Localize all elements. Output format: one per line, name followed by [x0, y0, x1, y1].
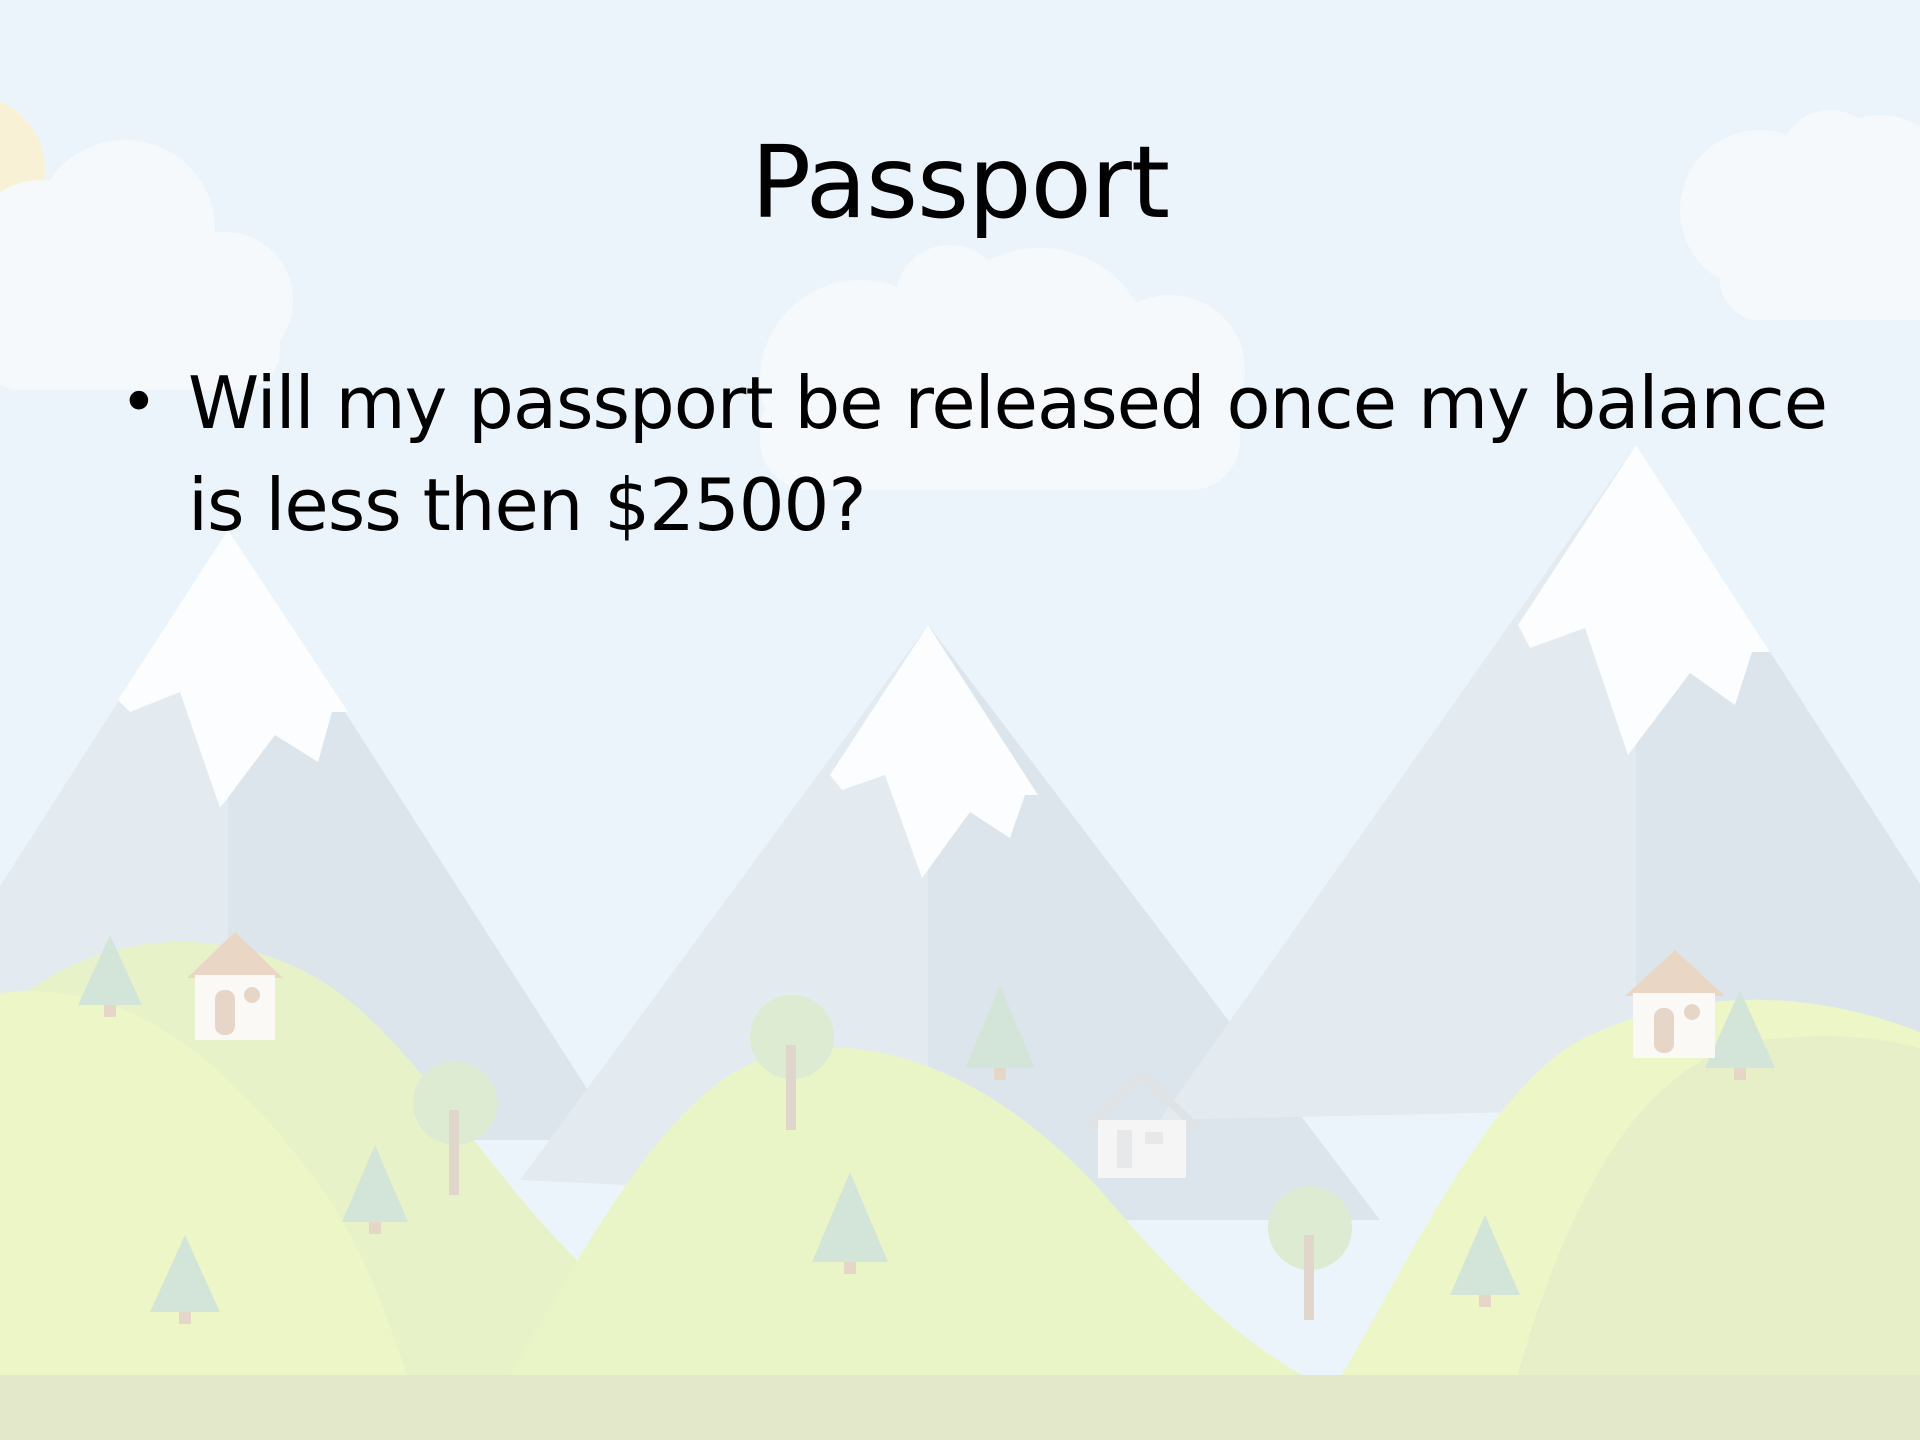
bullet-icon: •: [120, 366, 158, 440]
bullet-text: Will my passport be released once my bal…: [188, 361, 1828, 547]
slide-title: Passport: [750, 124, 1170, 241]
slide: Passport • Will my passport be released …: [0, 0, 1920, 1440]
bullet-item: • Will my passport be released once my b…: [110, 352, 1830, 556]
bullet-list: • Will my passport be released once my b…: [110, 352, 1830, 556]
ground: [0, 1375, 1920, 1440]
